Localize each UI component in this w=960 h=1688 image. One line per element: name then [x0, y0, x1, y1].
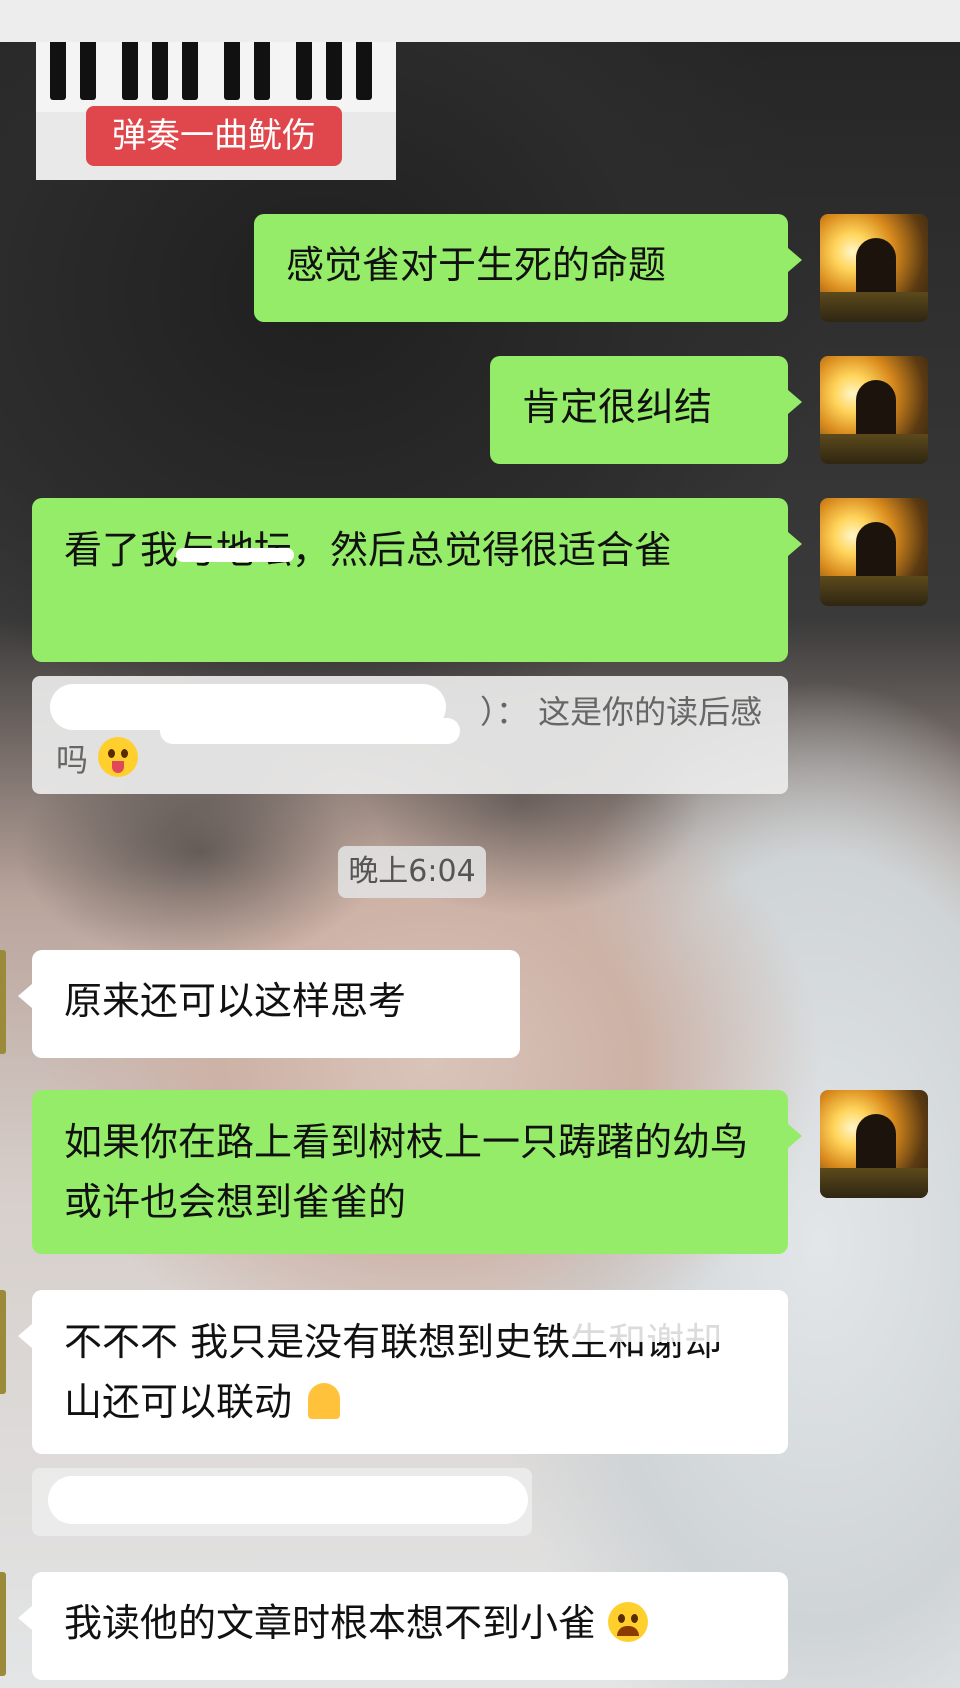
message-text: 肯定很纠结: [522, 385, 713, 429]
sticker-caption: 弹奏一曲鱿伤: [86, 106, 342, 166]
message-text: 我读他的文章时根本想不到小雀: [64, 1601, 597, 1645]
redaction-scribble: [48, 1476, 528, 1524]
message-text: 原来还可以这样思考: [64, 979, 407, 1023]
message-text: 如果你在路上看到树枝上一只踌躇的幼鸟或许也会想到雀雀的: [64, 1120, 749, 1224]
message-bubble-mine[interactable]: 如果你在路上看到树枝上一只踌躇的幼鸟或许也会想到雀雀的: [32, 1090, 802, 1254]
pray-emoji: [304, 1381, 344, 1421]
my-avatar[interactable]: [820, 1090, 928, 1198]
message-bubble-theirs[interactable]: 不不不 我只是没有联想到史铁生和谢却山还可以联动: [18, 1290, 788, 1454]
tongue-out-emoji: [98, 737, 139, 777]
message-bubble-theirs[interactable]: 原来还可以这样思考: [18, 950, 520, 1058]
my-avatar[interactable]: [820, 356, 928, 464]
my-avatar[interactable]: [820, 498, 928, 606]
my-avatar[interactable]: [820, 214, 928, 322]
message-text: 看了我与地坛，然后总觉得很适合雀: [64, 528, 673, 572]
message-bubble-mine[interactable]: 肯定很纠结: [490, 356, 802, 464]
piano-keys: [36, 42, 396, 112]
message-bubble-mine[interactable]: 感觉雀对于生死的命题: [254, 214, 802, 322]
timestamp: 晚上6:04: [338, 846, 486, 898]
redaction-scribble: [176, 548, 294, 562]
redaction-scribble: [160, 718, 460, 744]
their-avatar-edge[interactable]: [0, 1572, 6, 1676]
redaction-scribble: [566, 1316, 756, 1342]
their-avatar-edge[interactable]: [0, 1290, 6, 1394]
sticker-image[interactable]: 弹奏一曲鱿伤: [36, 42, 396, 180]
crying-emoji: [608, 1602, 649, 1642]
top-strip: [0, 0, 960, 42]
message-text: 感觉雀对于生死的命题: [286, 243, 667, 287]
message-bubble-theirs[interactable]: 我读他的文章时根本想不到小雀: [18, 1572, 788, 1680]
their-avatar-edge[interactable]: [0, 950, 6, 1054]
message-bubble-mine[interactable]: 看了我与地坛，然后总觉得很适合雀: [32, 498, 802, 662]
